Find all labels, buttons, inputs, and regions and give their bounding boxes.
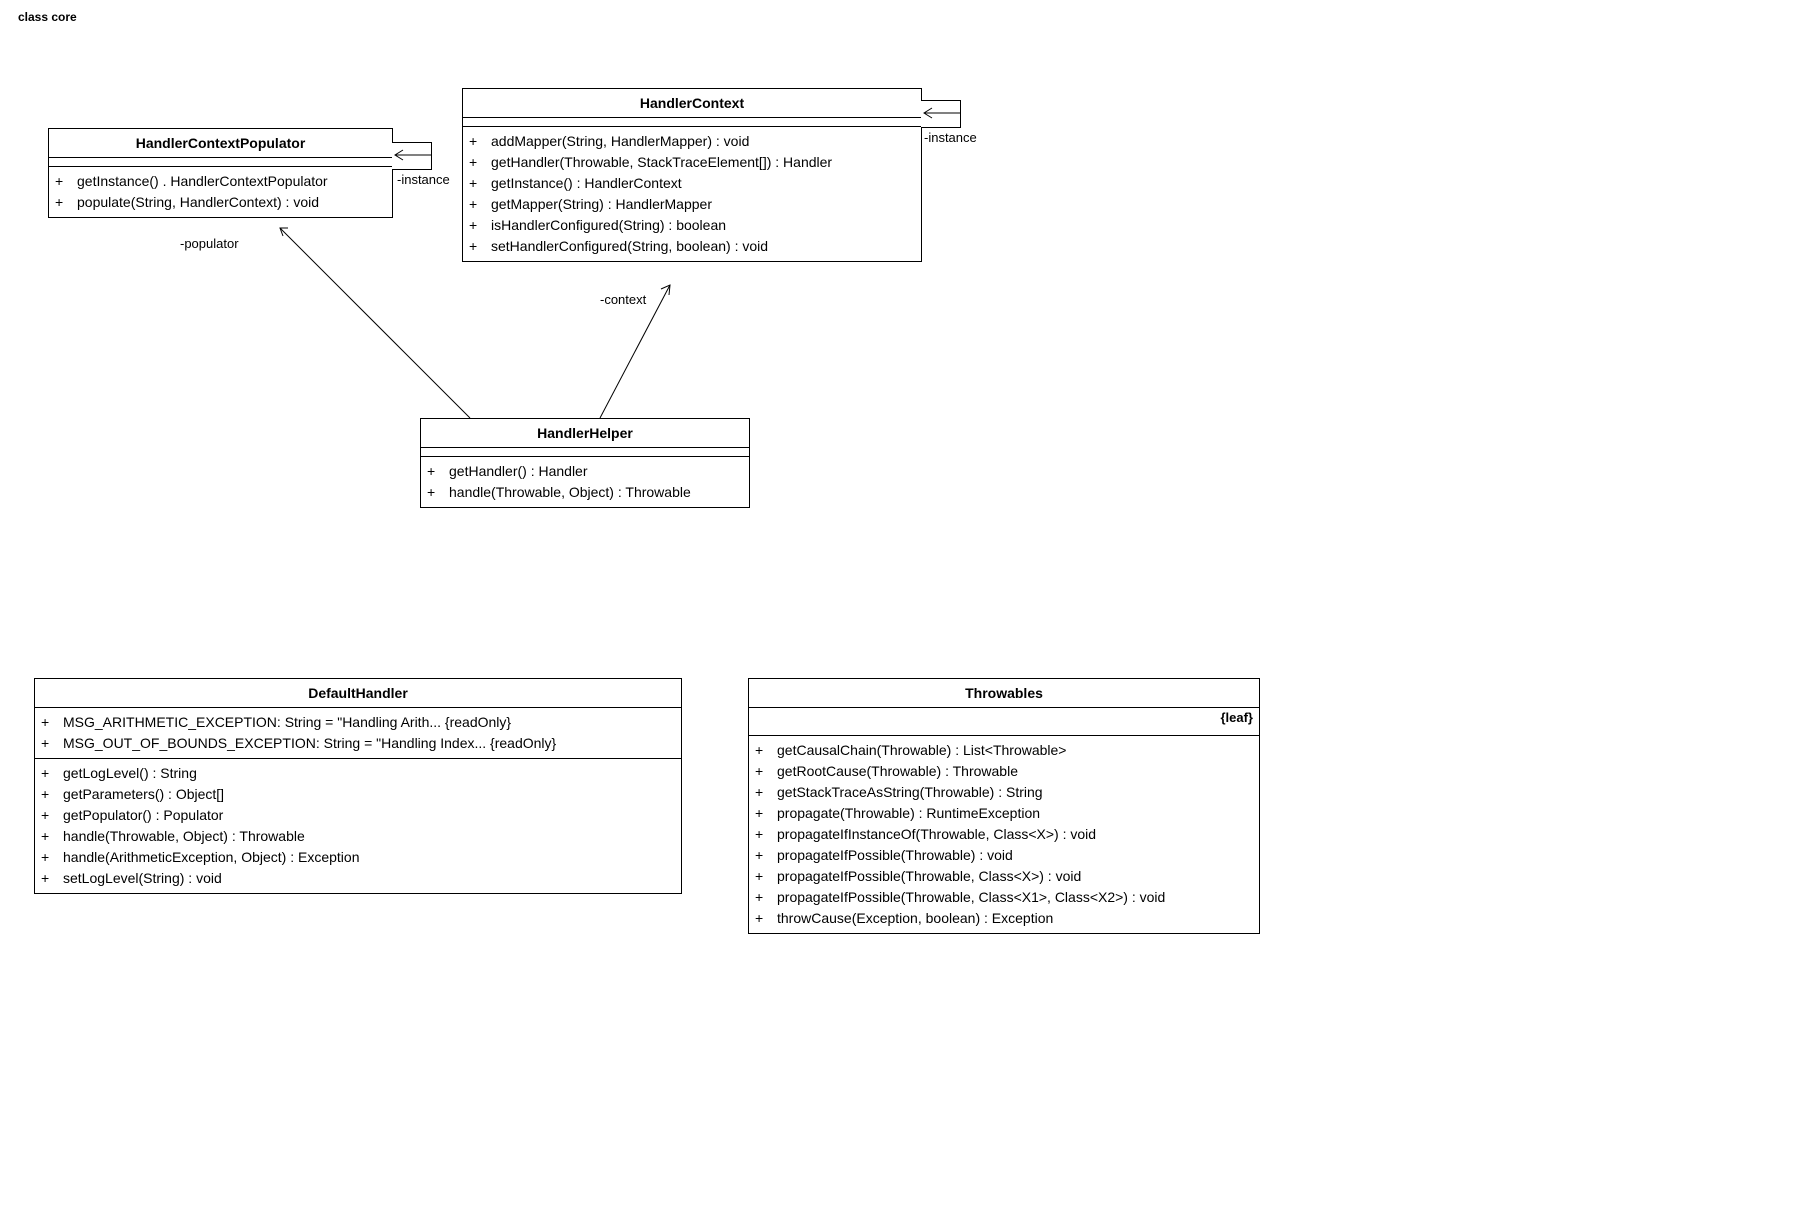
class-name: HandlerContextPopulator (49, 129, 392, 158)
op-row: +isHandlerConfigured(String) : boolean (469, 215, 915, 236)
op-row: +handle(Throwable, Object) : Throwable (427, 482, 743, 503)
op-row: +getCausalChain(Throwable) : List<Throwa… (755, 740, 1253, 761)
class-attrs (749, 708, 1259, 736)
op-row: +getHandler(Throwable, StackTraceElement… (469, 152, 915, 173)
op-row: +propagateIfPossible(Throwable) : void (755, 845, 1253, 866)
op-row: +populate(String, HandlerContext) : void (55, 192, 386, 213)
attr-row: +MSG_OUT_OF_BOUNDS_EXCEPTION: String = "… (41, 733, 675, 754)
class-name: Throwables {leaf} (749, 679, 1259, 708)
self-loop-tab-hc (921, 100, 961, 128)
op-row: +getParameters() : Object[] (41, 784, 675, 805)
op-row: +propagateIfPossible(Throwable, Class<X>… (755, 866, 1253, 887)
op-row: +getMapper(String) : HandlerMapper (469, 194, 915, 215)
op-row: +getHandler() : Handler (427, 461, 743, 482)
class-handler-helper: HandlerHelper +getHandler() : Handler +h… (420, 418, 750, 508)
op-row: +getInstance() : HandlerContext (469, 173, 915, 194)
role-label-populator: -populator (180, 236, 239, 251)
op-row: +handle(ArithmeticException, Object) : E… (41, 847, 675, 868)
op-row: +propagateIfInstanceOf(Throwable, Class<… (755, 824, 1253, 845)
self-loop-tab-hcp (392, 142, 432, 170)
class-ops: +getLogLevel() : String +getParameters()… (35, 759, 681, 893)
class-name: HandlerContext (463, 89, 921, 118)
role-label-instance-hc: -instance (924, 130, 977, 145)
class-handler-context-populator: HandlerContextPopulator +getInstance() .… (48, 128, 393, 218)
class-ops: +addMapper(String, HandlerMapper) : void… (463, 127, 921, 261)
op-row: +getStackTraceAsString(Throwable) : Stri… (755, 782, 1253, 803)
class-attrs (49, 158, 392, 167)
op-row: +getRootCause(Throwable) : Throwable (755, 761, 1253, 782)
class-name: HandlerHelper (421, 419, 749, 448)
op-row: +setHandlerConfigured(String, boolean) :… (469, 236, 915, 257)
class-ops: +getInstance() . HandlerContextPopulator… (49, 167, 392, 217)
class-ops: +getHandler() : Handler +handle(Throwabl… (421, 457, 749, 507)
op-row: +handle(Throwable, Object) : Throwable (41, 826, 675, 847)
op-row: +addMapper(String, HandlerMapper) : void (469, 131, 915, 152)
op-row: +setLogLevel(String) : void (41, 868, 675, 889)
class-throwables: Throwables {leaf} +getCausalChain(Throwa… (748, 678, 1260, 934)
diagram-title: class core (18, 10, 77, 24)
op-row: +getInstance() . HandlerContextPopulator (55, 171, 386, 192)
op-row: +throwCause(Exception, boolean) : Except… (755, 908, 1253, 929)
role-label-context: -context (600, 292, 646, 307)
attr-row: +MSG_ARITHMETIC_EXCEPTION: String = "Han… (41, 712, 675, 733)
class-default-handler: DefaultHandler +MSG_ARITHMETIC_EXCEPTION… (34, 678, 682, 894)
class-stereotype: {leaf} (1220, 710, 1253, 725)
class-attrs: +MSG_ARITHMETIC_EXCEPTION: String = "Han… (35, 708, 681, 759)
op-row: +propagate(Throwable) : RuntimeException (755, 803, 1253, 824)
class-handler-context: HandlerContext +addMapper(String, Handle… (462, 88, 922, 262)
op-row: +propagateIfPossible(Throwable, Class<X1… (755, 887, 1253, 908)
class-ops: +getCausalChain(Throwable) : List<Throwa… (749, 736, 1259, 933)
op-row: +getLogLevel() : String (41, 763, 675, 784)
role-label-instance-hcp: -instance (397, 172, 450, 187)
class-attrs (463, 118, 921, 127)
class-name: DefaultHandler (35, 679, 681, 708)
op-row: +getPopulator() : Populator (41, 805, 675, 826)
class-attrs (421, 448, 749, 457)
